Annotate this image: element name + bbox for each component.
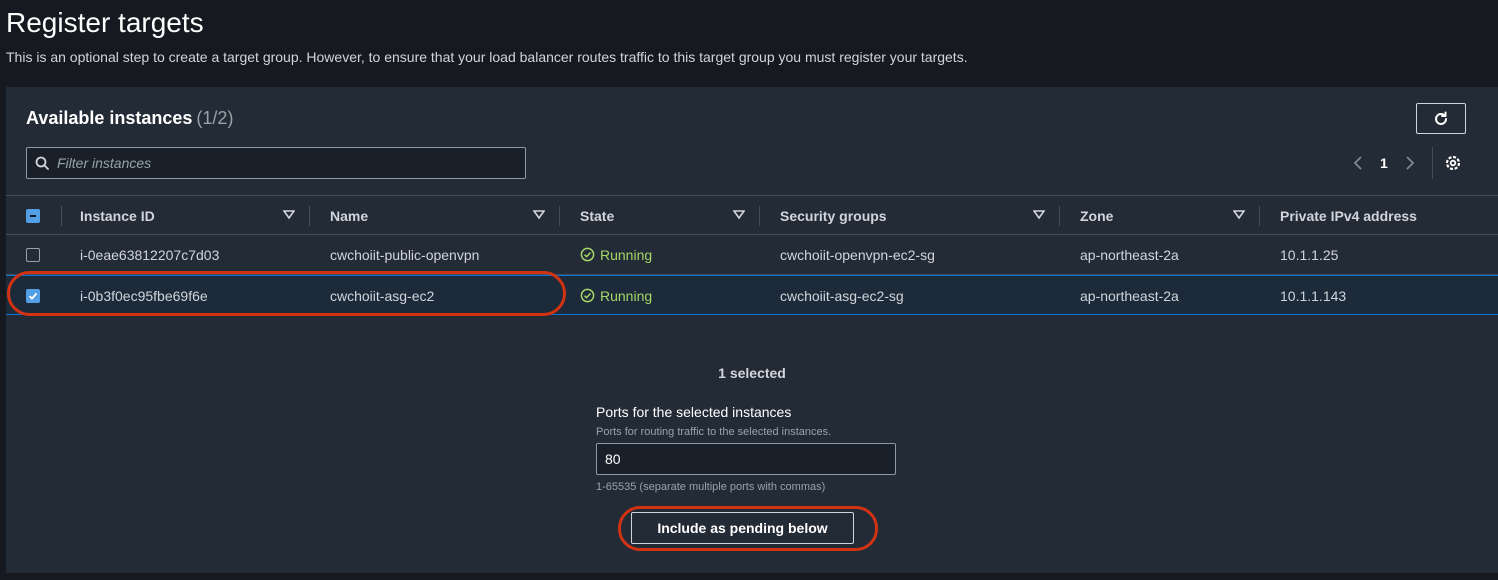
zone-cell: ap-northeast-2a [1080, 246, 1179, 263]
column-divider [1259, 206, 1260, 226]
select-all-cell [26, 196, 66, 235]
page-title: Register targets [6, 7, 204, 38]
ports-label: Ports for the selected instances [596, 404, 792, 420]
filter-instances-input[interactable] [57, 155, 517, 171]
column-label: Name [330, 207, 369, 224]
column-divider [309, 206, 310, 226]
check-circle-icon [580, 288, 595, 303]
column-label: Zone [1080, 207, 1114, 224]
refresh-icon [1435, 111, 1447, 125]
column-header-private-ipv4[interactable]: Private IPv4 address [1280, 196, 1490, 235]
gear-icon [1445, 155, 1461, 171]
select-all-checkbox[interactable] [26, 208, 40, 223]
column-header-state[interactable]: State [580, 196, 759, 235]
instances-table: Instance ID Name State Security groups Z… [6, 195, 1498, 315]
panel-title: Available instances (1/2) [26, 108, 233, 129]
table-row[interactable]: i-0eae63812207c7d03 cwchoiit-public-open… [6, 235, 1498, 275]
security-groups-cell: cwchoiit-asg-ec2-sg [780, 287, 904, 304]
column-label: Private IPv4 address [1280, 207, 1417, 224]
current-page[interactable]: 1 [1380, 155, 1388, 171]
security-groups-cell: cwchoiit-openvpn-ec2-sg [780, 246, 935, 263]
selected-summary: 1 selected [718, 365, 786, 381]
include-as-pending-button[interactable]: Include as pending below [631, 512, 854, 544]
column-divider [759, 206, 760, 226]
selection-count: (1/2) [196, 108, 234, 128]
name-cell: cwchoiit-public-openvpn [330, 246, 480, 263]
table-header: Instance ID Name State Security groups Z… [6, 195, 1498, 235]
state-cell: Running [580, 276, 652, 315]
column-label: Instance ID [80, 207, 155, 224]
column-divider [61, 206, 62, 226]
row-select-cell [26, 276, 40, 315]
name-cell: cwchoiit-asg-ec2 [330, 287, 435, 304]
instance-id-cell: i-0b3f0ec95fbe69f6e [80, 287, 208, 304]
ipv4-cell: 10.1.1.25 [1280, 246, 1339, 263]
column-header-zone[interactable]: Zone [1080, 196, 1259, 235]
next-page-button[interactable] [1403, 153, 1417, 173]
column-divider [1059, 206, 1060, 226]
chevron-right-icon [1406, 156, 1415, 170]
status-badge: Running [580, 247, 652, 263]
chevron-left-icon [1353, 156, 1362, 170]
panel-title-text: Available instances [26, 108, 193, 128]
table-row-selected[interactable]: i-0b3f0ec95fbe69f6e cwchoiit-asg-ec2 Run… [6, 275, 1498, 315]
column-header-instance-id[interactable]: Instance ID [80, 196, 309, 235]
table-settings-button[interactable] [1443, 153, 1463, 173]
sort-caret-icon [1233, 210, 1245, 220]
column-header-name[interactable]: Name [330, 196, 559, 235]
ports-description: Ports for routing traffic to the selecte… [596, 426, 832, 438]
ports-field: Ports for the selected instances Ports f… [596, 404, 896, 493]
sort-caret-icon [1033, 210, 1045, 220]
refresh-button[interactable] [1416, 103, 1466, 134]
available-instances-panel: Available instances(1/2) 1 [6, 87, 1498, 573]
search-icon [35, 156, 49, 170]
instance-id-cell: i-0eae63812207c7d03 [80, 246, 220, 263]
state-text: Running [600, 287, 653, 304]
ports-input[interactable] [596, 443, 896, 475]
sort-caret-icon [283, 210, 295, 220]
ipv4-cell: 10.1.1.143 [1280, 287, 1347, 304]
column-header-security-groups[interactable]: Security groups [780, 196, 1059, 235]
pager-divider [1432, 147, 1433, 179]
column-label: State [580, 207, 615, 224]
column-label: Security groups [780, 207, 887, 224]
pagination: 1 [1351, 153, 1417, 173]
state-cell: Running [580, 235, 652, 274]
check-circle-icon [580, 247, 595, 262]
ports-constraint: 1-65535 (separate multiple ports with co… [596, 481, 826, 493]
row-checkbox[interactable] [26, 288, 40, 303]
filter-box[interactable] [26, 147, 526, 179]
state-text: Running [600, 246, 653, 263]
page-header: Register targets This is an optional ste… [6, 6, 1486, 66]
checkmark-icon [28, 292, 38, 300]
zone-cell: ap-northeast-2a [1080, 287, 1179, 304]
row-select-cell [26, 235, 40, 274]
status-badge: Running [580, 288, 652, 304]
column-divider [559, 206, 560, 226]
indeterminate-icon [30, 214, 36, 217]
sort-caret-icon [733, 210, 745, 220]
sort-caret-icon [533, 210, 545, 220]
row-checkbox[interactable] [26, 247, 40, 262]
page-description: This is an optional step to create a tar… [6, 49, 968, 65]
previous-page-button[interactable] [1351, 153, 1365, 173]
